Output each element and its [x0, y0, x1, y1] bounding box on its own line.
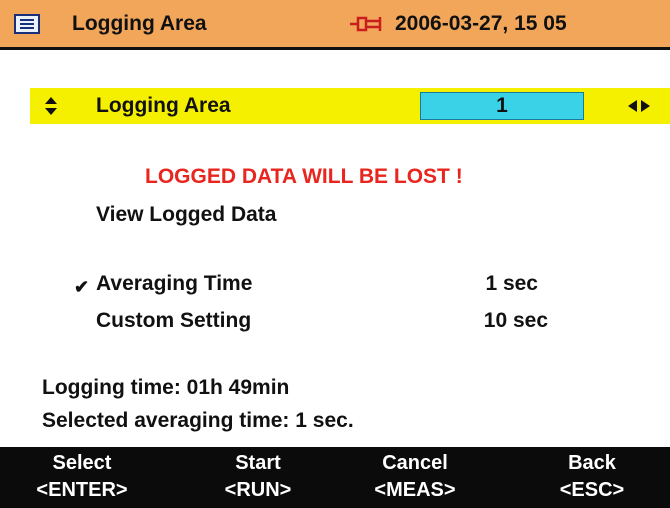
- softkey-key: <MEAS>: [374, 479, 456, 501]
- datetime: 2006-03-27, 15 05: [395, 12, 567, 35]
- logging-area-row[interactable]: Logging Area 1: [30, 88, 670, 124]
- start-softkey[interactable]: Start <RUN>: [188, 447, 328, 508]
- menu-icon: [14, 14, 40, 34]
- left-right-arrow-icon: [628, 100, 650, 112]
- select-softkey[interactable]: Select <ENTER>: [12, 447, 152, 508]
- averaging-time-item[interactable]: Averaging Time: [96, 272, 252, 296]
- averaging-time-value: 1 sec: [485, 272, 538, 295]
- screen-title: Logging Area: [72, 12, 207, 35]
- softkey-key: <ENTER>: [36, 479, 128, 501]
- selected-averaging-info: Selected averaging time: 1 sec.: [42, 409, 354, 432]
- softkey-bar: Select <ENTER> Start <RUN> Cancel <MEAS>…: [0, 447, 670, 508]
- custom-setting-value: 10 sec: [483, 309, 548, 332]
- softkey-label: Back: [568, 452, 616, 474]
- data-loss-warning: LOGGED DATA WILL BE LOST !: [145, 165, 463, 188]
- plug-icon: [350, 16, 382, 32]
- softkey-key: <RUN>: [224, 479, 292, 501]
- header-bar: Logging Area 2006-03-27, 15 05: [0, 0, 670, 50]
- softkey-key: <ESC>: [559, 479, 625, 501]
- meter-screen: Logging Area 2006-03-27, 15 05 Logging A…: [0, 0, 670, 508]
- logging-area-label: Logging Area: [96, 94, 231, 117]
- logging-area-value[interactable]: 1: [420, 92, 584, 120]
- view-logged-data-item[interactable]: View Logged Data: [96, 203, 276, 227]
- back-softkey[interactable]: Back <ESC>: [522, 447, 662, 508]
- logging-time-info: Logging time: 01h 49min: [42, 376, 290, 399]
- softkey-label: Cancel: [382, 452, 448, 474]
- checkmark-icon: ✔: [74, 277, 90, 297]
- up-down-arrow-icon: [45, 97, 57, 115]
- custom-setting-item[interactable]: Custom Setting: [96, 309, 251, 333]
- softkey-label: Start: [235, 452, 281, 474]
- softkey-label: Select: [52, 452, 112, 474]
- cancel-softkey[interactable]: Cancel <MEAS>: [345, 447, 485, 508]
